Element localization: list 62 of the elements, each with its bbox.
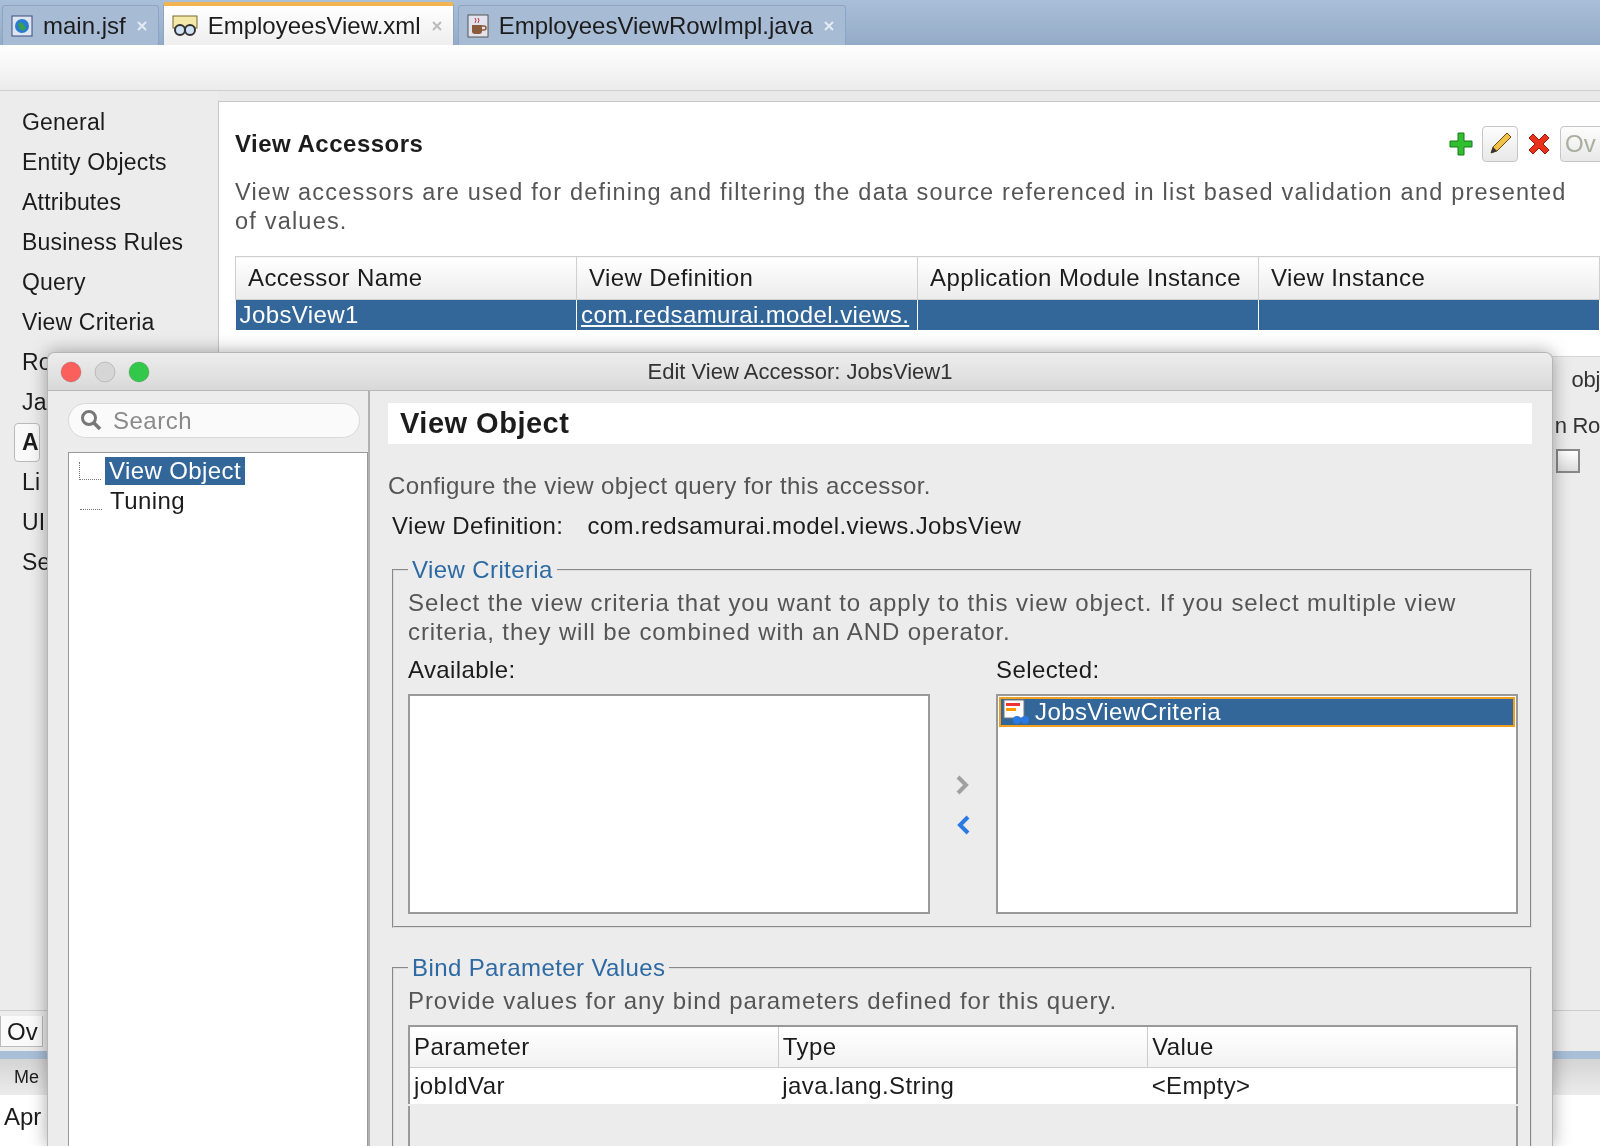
group-title: Bind Parameter Values (411, 954, 667, 982)
available-list[interactable] (408, 694, 930, 914)
description-text: Select the view criteria that you want to apply to this view object. If you select multiple view criteria, they will be combined with an AND operator. (408, 588, 1458, 646)
table-cell: java.lang.String (778, 1067, 1148, 1105)
nav-item[interactable]: Query (14, 263, 87, 302)
close-icon[interactable] (430, 19, 443, 32)
zoom-icon[interactable] (128, 360, 150, 383)
field-label: Available: (408, 656, 517, 684)
criteria-icon (1003, 699, 1029, 725)
globe-icon (11, 14, 33, 37)
delete-icon[interactable] (1526, 131, 1552, 157)
tree-item[interactable]: Tuning (106, 487, 189, 515)
label-text: obj (1571, 367, 1600, 393)
nav-item[interactable]: A (14, 423, 40, 462)
panel-heading: View Object (388, 403, 1532, 444)
table-cell: <Empty> (1147, 1067, 1517, 1105)
minimize-icon[interactable] (94, 360, 116, 383)
dialog-title: Edit View Accessor: JobsView1 (647, 358, 953, 384)
description-text: View accessors are used for defining and filtering the data source referenced in list based validation and presented of values. (234, 178, 1568, 236)
column-header[interactable]: Type (778, 1026, 1148, 1068)
editor-tab[interactable]: main.jsf (2, 5, 159, 45)
edit-button[interactable] (1482, 126, 1518, 162)
search-field[interactable]: Search (68, 403, 360, 438)
intro-text: Configure the view object query for this accessor. (388, 472, 932, 500)
link[interactable]: com.redsamurai.model.views. (576, 299, 918, 330)
list-item[interactable]: JobsViewCriteria (999, 697, 1515, 727)
nav-item[interactable]: Li (14, 463, 42, 502)
label-text: n Ro (1554, 413, 1600, 439)
field-value: com.redsamurai.model.views.JobsView (587, 512, 1022, 540)
column-header[interactable]: Value (1147, 1026, 1517, 1068)
log-tab[interactable]: Me (0, 1066, 39, 1088)
add-icon[interactable] (1448, 131, 1474, 157)
group-title: View Criteria (411, 556, 554, 584)
nav-item[interactable]: View Criteria (14, 303, 156, 342)
table-cell: JobsView1 (235, 299, 577, 330)
table-cell: jobIdVar (409, 1067, 779, 1105)
coffee-cup-icon (466, 13, 489, 38)
column-header[interactable]: View Definition (576, 256, 918, 300)
description-text: Provide values for any bind parameters defined for this query. (408, 986, 1119, 1015)
pencil-icon (1487, 131, 1513, 157)
nav-item[interactable]: UI (14, 503, 47, 542)
tree-item[interactable]: View Object (105, 457, 246, 485)
editor-tab[interactable]: EmployeesViewRowImpl.java (457, 5, 847, 45)
selected-list[interactable]: JobsViewCriteria (996, 694, 1518, 914)
field-label: View Definition: (392, 512, 564, 540)
nav-item[interactable]: General (14, 103, 107, 142)
search-icon (80, 409, 102, 431)
column-header[interactable]: Application Module Instance (917, 256, 1259, 300)
nav-item[interactable]: Ja (14, 383, 48, 422)
editor-tab[interactable]: EmployeesView.xml (162, 2, 454, 45)
editor-tab[interactable]: Ov (0, 1016, 43, 1047)
column-header[interactable]: Accessor Name (235, 256, 577, 300)
checkbox[interactable] (1556, 449, 1580, 473)
column-header[interactable]: Parameter (409, 1026, 779, 1068)
nav-item[interactable]: Entity Objects (14, 143, 168, 182)
log-text: Apr (4, 1103, 42, 1130)
section-title: View Accessors (235, 130, 425, 158)
column-header[interactable]: View Instance (1258, 256, 1600, 300)
nav-item[interactable]: Business Rules (14, 223, 185, 262)
field-label: Selected: (996, 656, 1101, 684)
binoculars-icon (171, 14, 198, 37)
nav-item[interactable]: Attributes (14, 183, 123, 222)
